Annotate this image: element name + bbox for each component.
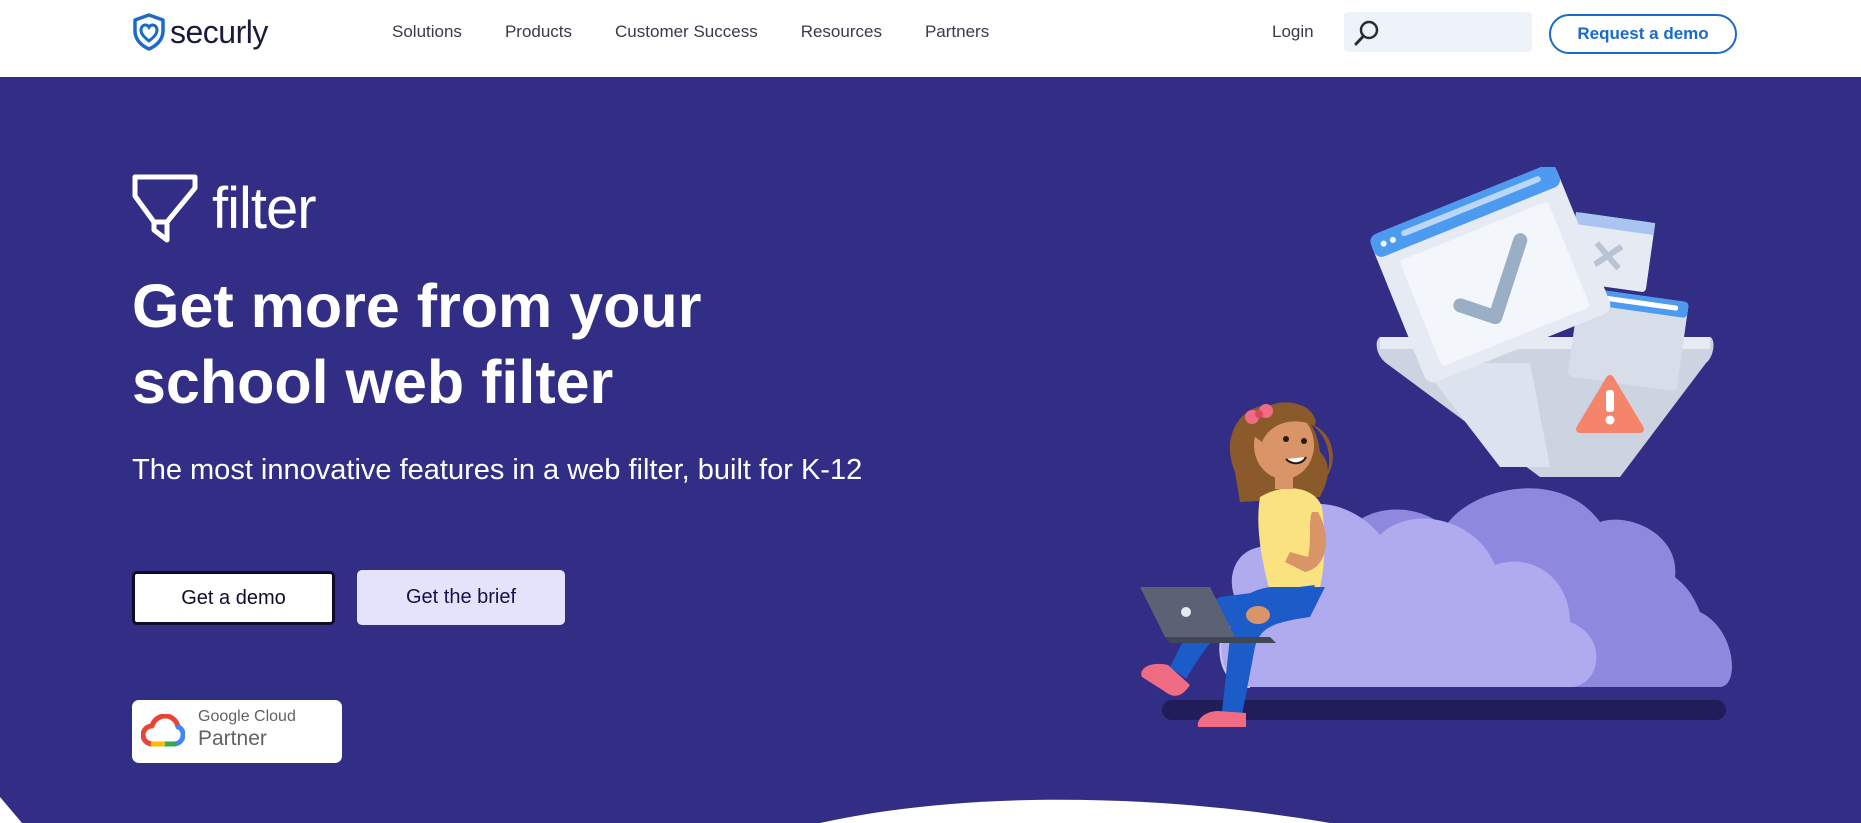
nav-solutions[interactable]: Solutions (392, 20, 462, 44)
hero-section: filter Get more from your school web fil… (0, 77, 1861, 823)
main-nav: Solutions Products Customer Success Reso… (392, 20, 1032, 44)
securly-logo[interactable]: securly (132, 12, 268, 52)
site-header: securly Solutions Products Customer Succ… (0, 0, 1861, 77)
nav-products[interactable]: Products (505, 20, 572, 44)
shield-heart-icon (133, 13, 165, 51)
bottom-wave (0, 797, 1330, 823)
nav-partners[interactable]: Partners (925, 20, 989, 44)
login-link[interactable]: Login (1272, 20, 1314, 44)
request-demo-button[interactable]: Request a demo (1549, 14, 1737, 54)
nav-resources[interactable]: Resources (801, 20, 882, 44)
search-icon[interactable] (1352, 18, 1382, 48)
nav-customer-success[interactable]: Customer Success (615, 20, 758, 44)
search-input[interactable] (1344, 12, 1532, 52)
logo-wordmark: securly (170, 13, 268, 50)
